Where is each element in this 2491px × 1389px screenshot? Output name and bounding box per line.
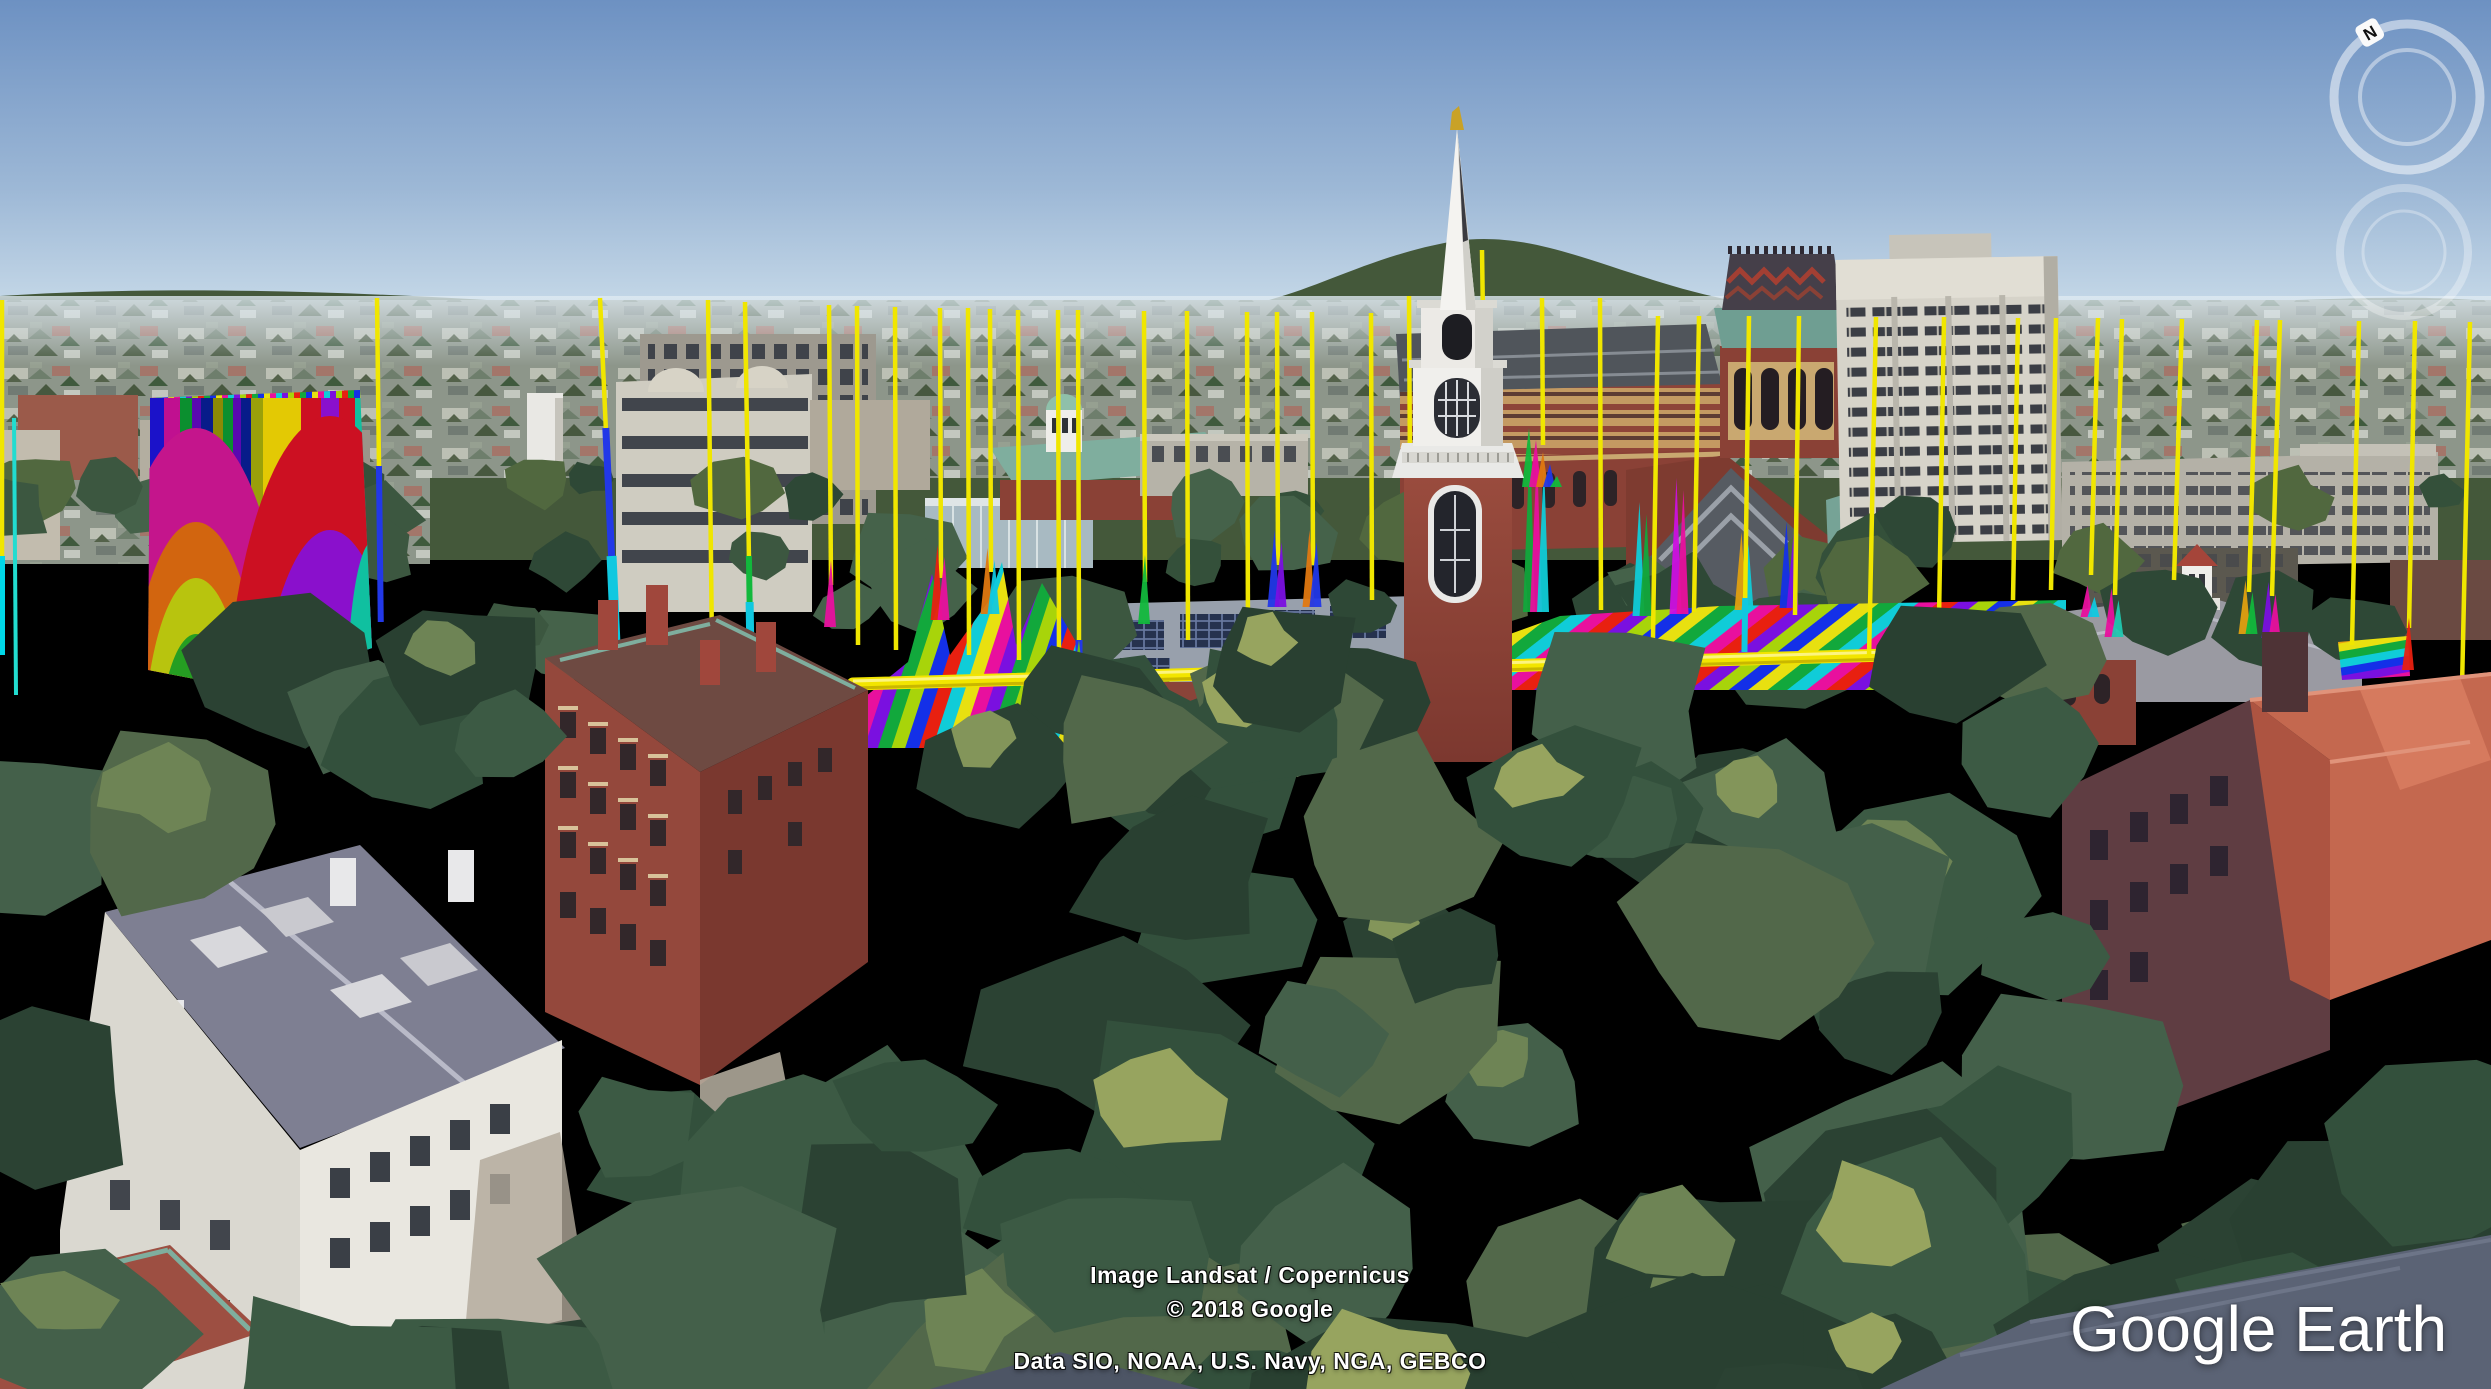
thayer-hall xyxy=(545,585,868,1085)
kml-altitude-line xyxy=(1371,313,1372,600)
kml-altitude-line xyxy=(1600,298,1601,610)
kml-altitude-line xyxy=(1144,311,1145,582)
kml-altitude-line xyxy=(1058,310,1059,662)
kml-altitude-line xyxy=(377,298,379,470)
kml-altitude-line xyxy=(990,309,991,572)
kml-ribbon xyxy=(2338,636,2410,680)
kml-altitude-line xyxy=(1187,311,1188,640)
kml-altitude-line xyxy=(895,307,896,650)
google-earth-logo: Google Earth xyxy=(2070,1292,2447,1366)
memorial-hall-tower xyxy=(1714,250,1848,458)
kml-altitude-line xyxy=(829,305,831,585)
google-earth-window: N Image Landsat / Copernicus © 2018 Goog… xyxy=(0,0,2491,1389)
kml-altitude-line xyxy=(1312,312,1313,565)
kml-altitude-line xyxy=(1078,310,1079,645)
kml-altitude-line xyxy=(1247,312,1248,640)
kml-altitude-line xyxy=(940,308,941,578)
kml-altitude-line xyxy=(14,418,16,695)
kml-altitude-line xyxy=(1542,298,1543,445)
kml-altitude-line xyxy=(1277,312,1278,565)
earth-3d-viewport[interactable]: N xyxy=(0,0,2491,1389)
attribution-imagery: Image Landsat / Copernicus xyxy=(950,1262,1550,1289)
attribution-copyright: © 2018 Google xyxy=(950,1296,1550,1323)
kml-altitude-line xyxy=(857,306,858,645)
william-james-hall xyxy=(1835,232,2062,544)
kml-altitude-line xyxy=(968,308,969,655)
kml-altitude-line xyxy=(1018,310,1019,660)
attribution-data-sources: Data SIO, NOAA, U.S. Navy, NGA, GEBCO xyxy=(950,1348,1550,1375)
